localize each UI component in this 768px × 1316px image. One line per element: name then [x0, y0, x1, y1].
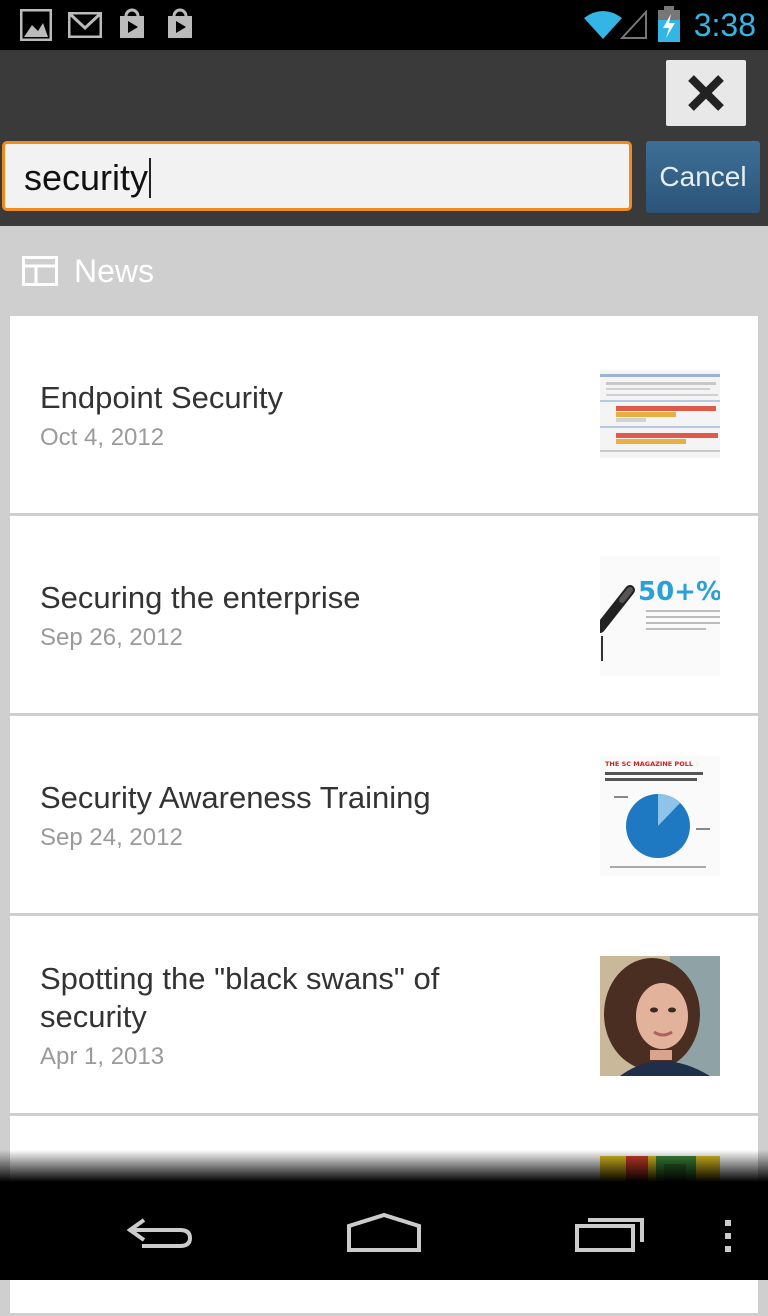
- overflow-menu-icon[interactable]: [722, 1218, 734, 1254]
- close-button[interactable]: [666, 60, 746, 126]
- item-date: Apr 1, 2013: [40, 1043, 165, 1070]
- pen-percentage-thumbnail: 50+%: [600, 556, 720, 676]
- item-title: Spotting the "black swans" of security: [40, 961, 440, 1034]
- item-date: Oct 4, 2012: [40, 424, 165, 451]
- section-header: News: [0, 226, 768, 316]
- search-query-text: security: [24, 157, 149, 198]
- item-title: Security Awareness Training: [40, 780, 431, 815]
- gallery-icon: [20, 9, 52, 41]
- pie-chart-poll-thumbnail: THE SC MAGAZINE POLL: [600, 756, 720, 876]
- thumb-text: THE SC MAGAZINE POLL: [605, 760, 693, 768]
- search-input[interactable]: security: [2, 141, 632, 211]
- item-date: Sep 24, 2012: [40, 824, 183, 851]
- wifi-icon: [584, 11, 622, 39]
- search-toolbar: security Cancel: [0, 50, 768, 226]
- news-icon: [22, 256, 58, 286]
- shopping-bag-icon: [168, 8, 192, 38]
- item-title: Endpoint Security: [40, 380, 283, 415]
- thumb-text: 50+%: [638, 577, 720, 607]
- list-item[interactable]: Security Awareness Training Sep 24, 2012…: [10, 716, 758, 913]
- item-title: Securing the enterprise: [40, 580, 361, 615]
- list-item[interactable]: Endpoint Security Oct 4, 2012: [10, 316, 758, 513]
- recent-apps-icon[interactable]: [574, 1214, 648, 1254]
- scroll-fade: [0, 1150, 768, 1182]
- portrait-photo-thumbnail: [600, 956, 720, 1076]
- battery-charging-icon: [658, 6, 680, 42]
- signal-icon: [620, 10, 647, 39]
- bar-chart-thumbnail: [600, 356, 720, 476]
- section-title: News: [74, 253, 155, 289]
- gmail-icon: [68, 12, 102, 38]
- close-icon: [688, 75, 724, 111]
- text-cursor: [149, 158, 152, 198]
- list-item[interactable]: Spotting the "black swans" of security A…: [10, 916, 758, 1113]
- back-icon[interactable]: [124, 1212, 196, 1256]
- play-store-icon: [120, 8, 144, 38]
- cancel-button[interactable]: Cancel: [646, 141, 760, 213]
- clock: 3:38: [693, 7, 756, 43]
- home-icon[interactable]: [346, 1212, 422, 1254]
- item-date: Sep 26, 2012: [40, 624, 183, 651]
- navigation-bar: [0, 1182, 768, 1280]
- list-item[interactable]: Securing the enterprise Sep 26, 2012 50+…: [10, 516, 758, 713]
- status-bar: 3:38: [0, 0, 768, 50]
